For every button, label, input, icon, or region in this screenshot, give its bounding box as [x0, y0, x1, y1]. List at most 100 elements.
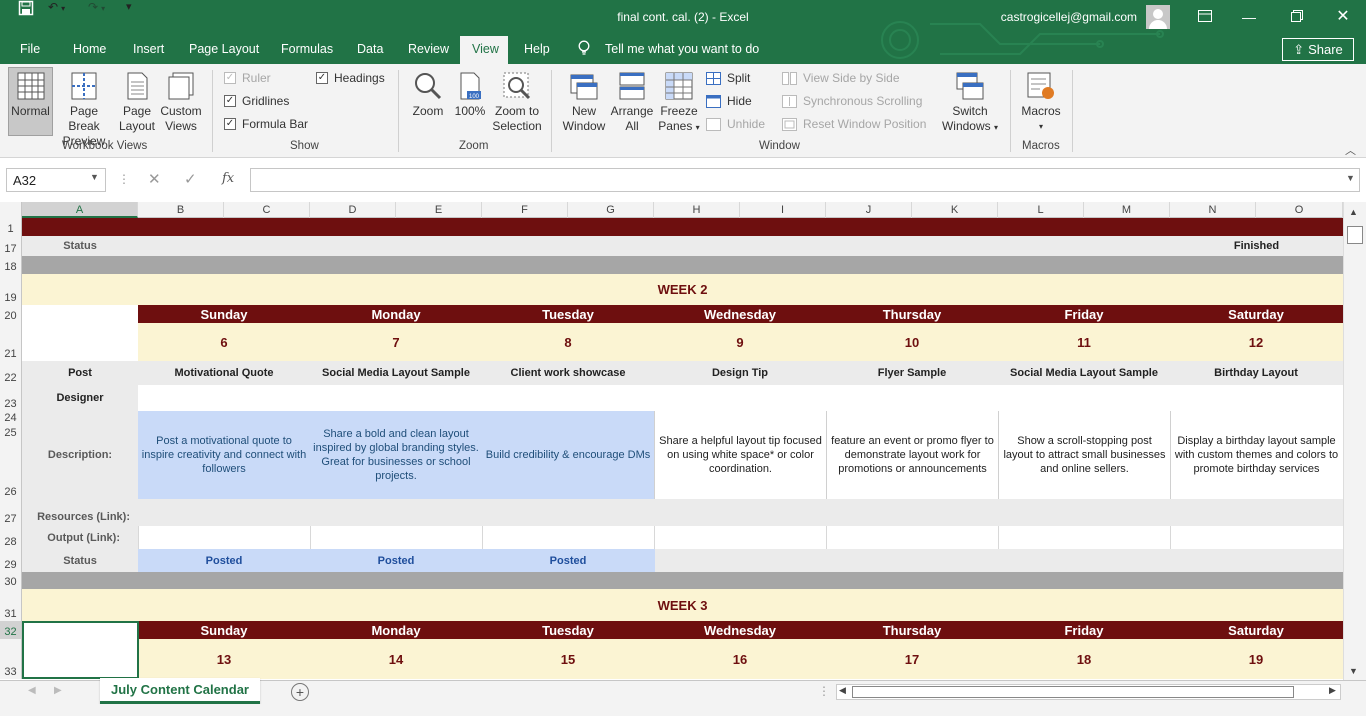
tab-review[interactable]: Review	[408, 42, 449, 56]
output-link-cell[interactable]	[138, 526, 310, 549]
week2-post-title[interactable]: Motivational Quote	[138, 361, 310, 385]
custom-views-button[interactable]: Custom Views	[160, 71, 202, 134]
column-header-j[interactable]: J	[826, 202, 912, 218]
week2-description[interactable]: Share a helpful layout tip focused on us…	[654, 411, 826, 499]
week2-corner-cell[interactable]	[22, 305, 138, 361]
zoom-to-selection-button[interactable]: Zoom to Selection	[490, 71, 544, 134]
column-header-i[interactable]: I	[740, 202, 826, 218]
output-link-cell[interactable]	[310, 526, 482, 549]
restore-icon[interactable]	[1286, 6, 1308, 28]
hide-button[interactable]: Hide	[706, 94, 752, 108]
row-header-22[interactable]: 22	[0, 361, 22, 385]
sheet-tab-july[interactable]: July Content Calendar	[100, 678, 260, 704]
week2-status-posted[interactable]: Posted	[482, 549, 654, 572]
week2-description[interactable]: Share a bold and clean layout inspired b…	[310, 411, 482, 499]
week2-post-title[interactable]: Birthday Layout	[1170, 361, 1342, 385]
tab-home[interactable]: Home	[73, 42, 106, 56]
prev-sheet-icon[interactable]: ◀	[28, 685, 36, 696]
gridlines-checkbox[interactable]: ✓ Gridlines	[224, 94, 289, 108]
row-header-18[interactable]: 18	[0, 256, 22, 274]
scroll-right-icon[interactable]: ▶	[1329, 685, 1336, 696]
column-header-m[interactable]: M	[1084, 202, 1170, 218]
switch-windows-button[interactable]: Switch Windows ▾	[938, 71, 1002, 135]
share-button[interactable]: ⇪ Share	[1282, 38, 1354, 61]
new-window-button[interactable]: New Window	[560, 71, 608, 134]
week2-post-title[interactable]: Flyer Sample	[826, 361, 998, 385]
collapse-ribbon-icon[interactable]: ︿	[1345, 142, 1356, 158]
freeze-panes-button[interactable]: Freeze Panes ▾	[656, 71, 702, 135]
row-header-20[interactable]: 20	[0, 305, 22, 323]
week2-post-title[interactable]: Social Media Layout Sample	[998, 361, 1170, 385]
column-header-o[interactable]: O	[1256, 202, 1343, 218]
row-header-30[interactable]: 30	[0, 572, 22, 589]
column-header-c[interactable]: C	[224, 202, 310, 218]
row-header-24[interactable]: 24	[0, 411, 22, 424]
formula-input[interactable]	[250, 168, 1360, 192]
ruler-checkbox[interactable]: ✓ Ruler	[224, 71, 271, 85]
output-link-cell[interactable]	[654, 526, 826, 549]
cancel-icon[interactable]: ✕	[148, 170, 161, 188]
expand-formula-bar-icon[interactable]: ▼	[1346, 173, 1355, 183]
column-header-f[interactable]: F	[482, 202, 568, 218]
tab-page-layout[interactable]: Page Layout	[189, 42, 259, 56]
column-header-l[interactable]: L	[998, 202, 1084, 218]
column-header-e[interactable]: E	[396, 202, 482, 218]
column-header-h[interactable]: H	[654, 202, 740, 218]
row-header-21[interactable]: 21	[0, 323, 22, 361]
output-link-cell[interactable]	[826, 526, 998, 549]
row-header-29[interactable]: 29	[0, 549, 22, 572]
column-header-k[interactable]: K	[912, 202, 998, 218]
zoom-100-button[interactable]: 100 100%	[452, 71, 488, 119]
tab-insert[interactable]: Insert	[133, 42, 164, 56]
row-header-23[interactable]: 23	[0, 385, 22, 411]
scroll-left-icon[interactable]: ◀	[839, 685, 846, 696]
column-header-d[interactable]: D	[310, 202, 396, 218]
tab-help[interactable]: Help	[524, 42, 550, 56]
tell-me-search[interactable]: Tell me what you want to do	[605, 42, 759, 56]
unhide-button[interactable]: Unhide	[706, 117, 765, 131]
week2-description[interactable]: Post a motivational quote to inspire cre…	[138, 411, 310, 499]
page-layout-view-button[interactable]: Page Layout	[116, 71, 158, 134]
row-header-31[interactable]: 31	[0, 589, 22, 621]
row-header-26[interactable]: 26	[0, 440, 22, 499]
output-link-cell[interactable]	[482, 526, 654, 549]
next-sheet-icon[interactable]: ▶	[54, 685, 62, 696]
name-box-dropdown-icon[interactable]: ▼	[90, 172, 99, 182]
week2-description[interactable]: Show a scroll-stopping post layout to at…	[998, 411, 1170, 499]
view-side-by-side-button[interactable]: View Side by Side	[782, 71, 900, 85]
select-all-corner[interactable]	[0, 202, 22, 218]
row-header-25[interactable]: 25	[0, 422, 22, 440]
week2-status-posted[interactable]: Posted	[310, 549, 482, 572]
tab-formulas[interactable]: Formulas	[281, 42, 333, 56]
week2-post-title[interactable]: Client work showcase	[482, 361, 654, 385]
enter-check-icon[interactable]: ✓	[184, 170, 197, 188]
column-header-g[interactable]: G	[568, 202, 654, 218]
column-header-b[interactable]: B	[138, 202, 224, 218]
close-icon[interactable]: ✕	[1332, 6, 1354, 28]
macros-button[interactable]: Macros ▾	[1016, 71, 1066, 134]
formula-bar-checkbox[interactable]: ✓ Formula Bar	[224, 117, 308, 131]
output-link-cell[interactable]	[998, 526, 1170, 549]
row-header-17[interactable]: 17	[0, 236, 22, 256]
week2-description[interactable]: Display a birthday layout sample with cu…	[1170, 411, 1342, 499]
vertical-scrollbar[interactable]	[1343, 202, 1366, 680]
week2-status-posted[interactable]: Posted	[138, 549, 310, 572]
split-button[interactable]: Split	[706, 71, 750, 85]
week2-description[interactable]: Build credibility & encourage DMs	[482, 411, 654, 499]
insert-function-icon[interactable]: fx	[222, 171, 234, 186]
week2-description[interactable]: feature an event or promo flyer to demon…	[826, 411, 998, 499]
scroll-up-icon[interactable]: ▲	[1349, 207, 1358, 217]
scroll-down-icon[interactable]: ▼	[1349, 666, 1358, 676]
row-header-33[interactable]: 33	[0, 639, 22, 679]
vertical-scroll-thumb[interactable]	[1347, 226, 1363, 244]
arrange-all-button[interactable]: Arrange All	[610, 71, 654, 134]
zoom-button[interactable]: Zoom	[408, 71, 448, 119]
row-header-32[interactable]: 32	[0, 621, 22, 639]
reset-window-position-button[interactable]: Reset Window Position	[782, 117, 926, 131]
week2-post-title[interactable]: Design Tip	[654, 361, 826, 385]
page-break-preview-button[interactable]: Page Break Preview	[55, 71, 113, 149]
row-header-19[interactable]: 19	[0, 274, 22, 305]
tab-data[interactable]: Data	[357, 42, 383, 56]
row-header-28[interactable]: 28	[0, 526, 22, 549]
headings-checkbox[interactable]: ✓ Headings	[316, 71, 385, 85]
